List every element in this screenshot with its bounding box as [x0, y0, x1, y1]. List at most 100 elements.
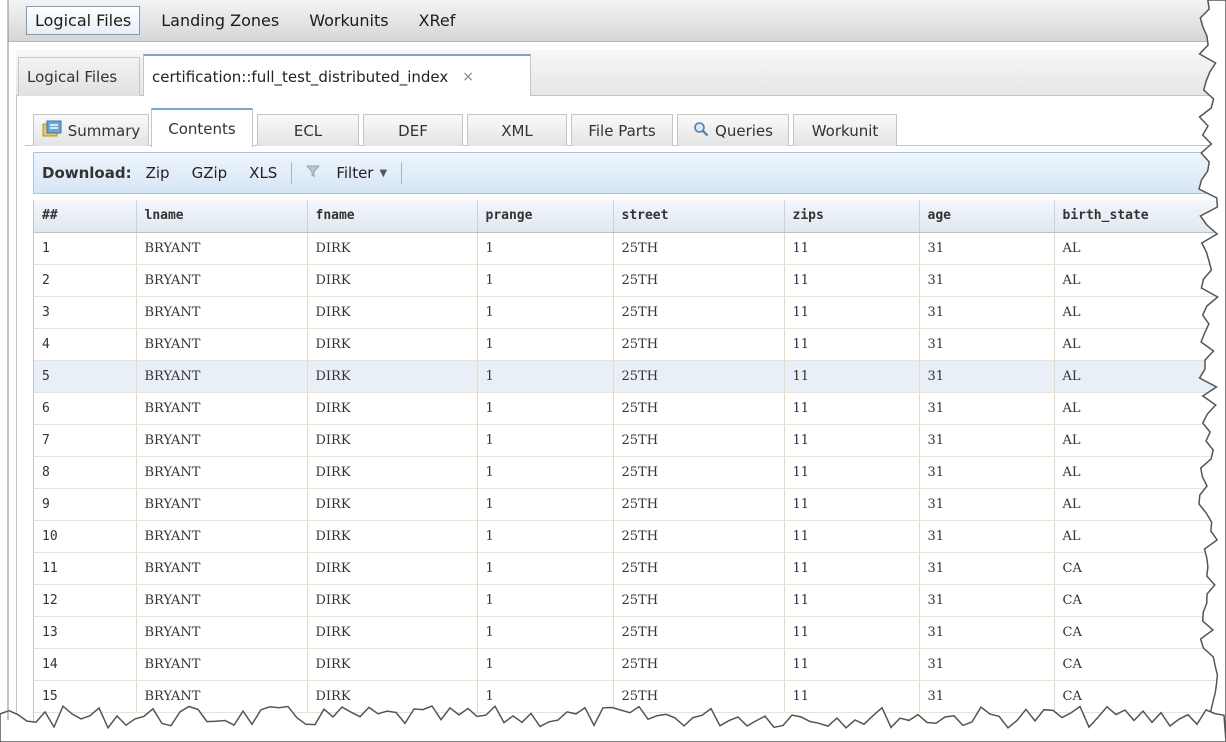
- table-row[interactable]: 9 BRYANT DIRK 1 25TH 11 31 AL: [34, 488, 1226, 521]
- table-row[interactable]: 4 BRYANT DIRK 1 25TH 11 31 AL: [34, 328, 1226, 361]
- table-cell: DIRK: [307, 488, 478, 521]
- tab-queries[interactable]: Queries: [677, 114, 789, 146]
- table-row[interactable]: 14 BRYANT DIRK 1 25TH 11 31 CA: [34, 648, 1226, 681]
- table-row[interactable]: 13 BRYANT DIRK 1 25TH 11 31 CA: [34, 616, 1226, 649]
- table-row[interactable]: 8 BRYANT DIRK 1 25TH 11 31 AL: [34, 456, 1226, 489]
- column-header[interactable]: prange: [477, 200, 614, 233]
- table-cell: AL: [1054, 392, 1226, 425]
- file-tab-bar: Logical Files certification::full_test_d…: [16, 50, 1226, 97]
- download-zip-button[interactable]: Zip: [146, 164, 170, 182]
- table-cell: 25TH: [613, 520, 785, 553]
- column-header[interactable]: birth_state: [1054, 200, 1226, 233]
- table-row[interactable]: 7 BRYANT DIRK 1 25TH 11 31 AL: [34, 424, 1226, 457]
- table-row[interactable]: 11 BRYANT DIRK 1 25TH 11 31 CA: [34, 552, 1226, 585]
- table-cell: 31: [919, 616, 1055, 649]
- table-cell: 25TH: [613, 488, 785, 521]
- table-row[interactable]: 12 BRYANT DIRK 1 25TH 11 31 CA: [34, 584, 1226, 617]
- table-cell: CA: [1054, 648, 1226, 681]
- table-row[interactable]: 2 BRYANT DIRK 1 25TH 11 31 AL: [34, 264, 1226, 297]
- close-icon[interactable]: ×: [462, 69, 474, 85]
- table-row[interactable]: 15 BRYANT DIRK 1 25TH 11 31 CA: [34, 680, 1226, 713]
- table-cell: DIRK: [307, 360, 478, 393]
- tab-contents[interactable]: Contents: [151, 108, 253, 147]
- column-header[interactable]: fname: [307, 200, 478, 233]
- tab-xml[interactable]: XML: [467, 114, 567, 146]
- table-cell: 1: [34, 232, 137, 265]
- nav-workunits[interactable]: Workunits: [300, 6, 397, 35]
- table-cell: 25TH: [613, 264, 785, 297]
- table-cell: 25TH: [613, 424, 785, 457]
- tab-summary[interactable]: Summary: [33, 114, 149, 146]
- column-header[interactable]: zips: [784, 200, 920, 233]
- table-cell: 1: [477, 328, 614, 361]
- table-cell: AL: [1054, 360, 1226, 393]
- table-cell: 5: [34, 360, 137, 393]
- table-cell: AL: [1054, 296, 1226, 329]
- tab-label: Summary: [67, 121, 141, 140]
- table-cell: 31: [919, 584, 1055, 617]
- column-header[interactable]: ##: [34, 200, 137, 233]
- table-cell: 1: [477, 584, 614, 617]
- download-label: Download:: [42, 164, 132, 182]
- app-window: Logical Files Landing Zones Workunits XR…: [0, 0, 1226, 742]
- table-cell: CA: [1054, 680, 1226, 713]
- funnel-icon[interactable]: [306, 164, 321, 182]
- table-cell: AL: [1054, 520, 1226, 553]
- filter-label: Filter: [336, 164, 374, 182]
- table-cell: BRYANT: [136, 584, 308, 617]
- table-cell: DIRK: [307, 648, 478, 681]
- table-cell: BRYANT: [136, 680, 308, 713]
- table-cell: 25TH: [613, 360, 785, 393]
- table-cell: 31: [919, 296, 1055, 329]
- table-cell: 7: [34, 424, 137, 457]
- table-row[interactable]: 3 BRYANT DIRK 1 25TH 11 31 AL: [34, 296, 1226, 329]
- table-cell: 11: [784, 584, 920, 617]
- column-header[interactable]: street: [613, 200, 785, 233]
- table-body: 1 BRYANT DIRK 1 25TH 11 31 AL 2 BRYANT DIRK 1 25TH 11…: [34, 232, 1226, 713]
- tab-file-parts[interactable]: File Parts: [571, 114, 673, 146]
- nav-xref[interactable]: XRef: [410, 6, 465, 35]
- nav-logical-files[interactable]: Logical Files: [26, 6, 141, 35]
- table-cell: BRYANT: [136, 488, 308, 521]
- table-row[interactable]: 1 BRYANT DIRK 1 25TH 11 31 AL: [34, 232, 1226, 265]
- table-cell: 1: [477, 392, 614, 425]
- tab-certification-file[interactable]: certification::full_test_distributed_ind…: [143, 54, 531, 97]
- table-row[interactable]: 5 BRYANT DIRK 1 25TH 11 31 AL: [34, 360, 1226, 393]
- table-cell: 10: [34, 520, 137, 553]
- table-cell: 3: [34, 296, 137, 329]
- tab-def[interactable]: DEF: [363, 114, 463, 146]
- detail-tab-bar: Summary Contents ECL DEF XML File Parts: [25, 104, 1225, 147]
- table-cell: 1: [477, 264, 614, 297]
- header-row: ## lname fname prange street zips age birth_sta…: [34, 200, 1226, 233]
- download-xls-button[interactable]: XLS: [249, 164, 277, 182]
- table-cell: 8: [34, 456, 137, 489]
- contents-toolbar: Download: Zip GZip XLS Filter ▼: [33, 152, 1226, 194]
- table-cell: BRYANT: [136, 296, 308, 329]
- table-cell: 25TH: [613, 616, 785, 649]
- table-cell: 25TH: [613, 456, 785, 489]
- table-cell: 1: [477, 360, 614, 393]
- table-cell: AL: [1054, 264, 1226, 297]
- column-header[interactable]: lname: [136, 200, 308, 233]
- table-cell: 25TH: [613, 680, 785, 713]
- tab-workunit[interactable]: Workunit: [793, 114, 897, 146]
- table-cell: 14: [34, 648, 137, 681]
- table-cell: 31: [919, 360, 1055, 393]
- table-row[interactable]: 10 BRYANT DIRK 1 25TH 11 31 AL: [34, 520, 1226, 553]
- filter-button[interactable]: Filter ▼: [336, 164, 387, 182]
- table-cell: BRYANT: [136, 360, 308, 393]
- table-cell: 25TH: [613, 584, 785, 617]
- table-row[interactable]: 6 BRYANT DIRK 1 25TH 11 31 AL: [34, 392, 1226, 425]
- table-cell: AL: [1054, 232, 1226, 265]
- tab-ecl[interactable]: ECL: [257, 114, 359, 146]
- table-cell: BRYANT: [136, 392, 308, 425]
- top-navigation: Logical Files Landing Zones Workunits XR…: [8, 0, 1226, 42]
- table-cell: 11: [784, 520, 920, 553]
- table-cell: DIRK: [307, 328, 478, 361]
- tab-logical-files[interactable]: Logical Files: [18, 57, 140, 96]
- table-cell: 1: [477, 232, 614, 265]
- download-gzip-button[interactable]: GZip: [192, 164, 228, 182]
- column-header[interactable]: age: [919, 200, 1055, 233]
- table-cell: DIRK: [307, 424, 478, 457]
- nav-landing-zones[interactable]: Landing Zones: [152, 6, 288, 35]
